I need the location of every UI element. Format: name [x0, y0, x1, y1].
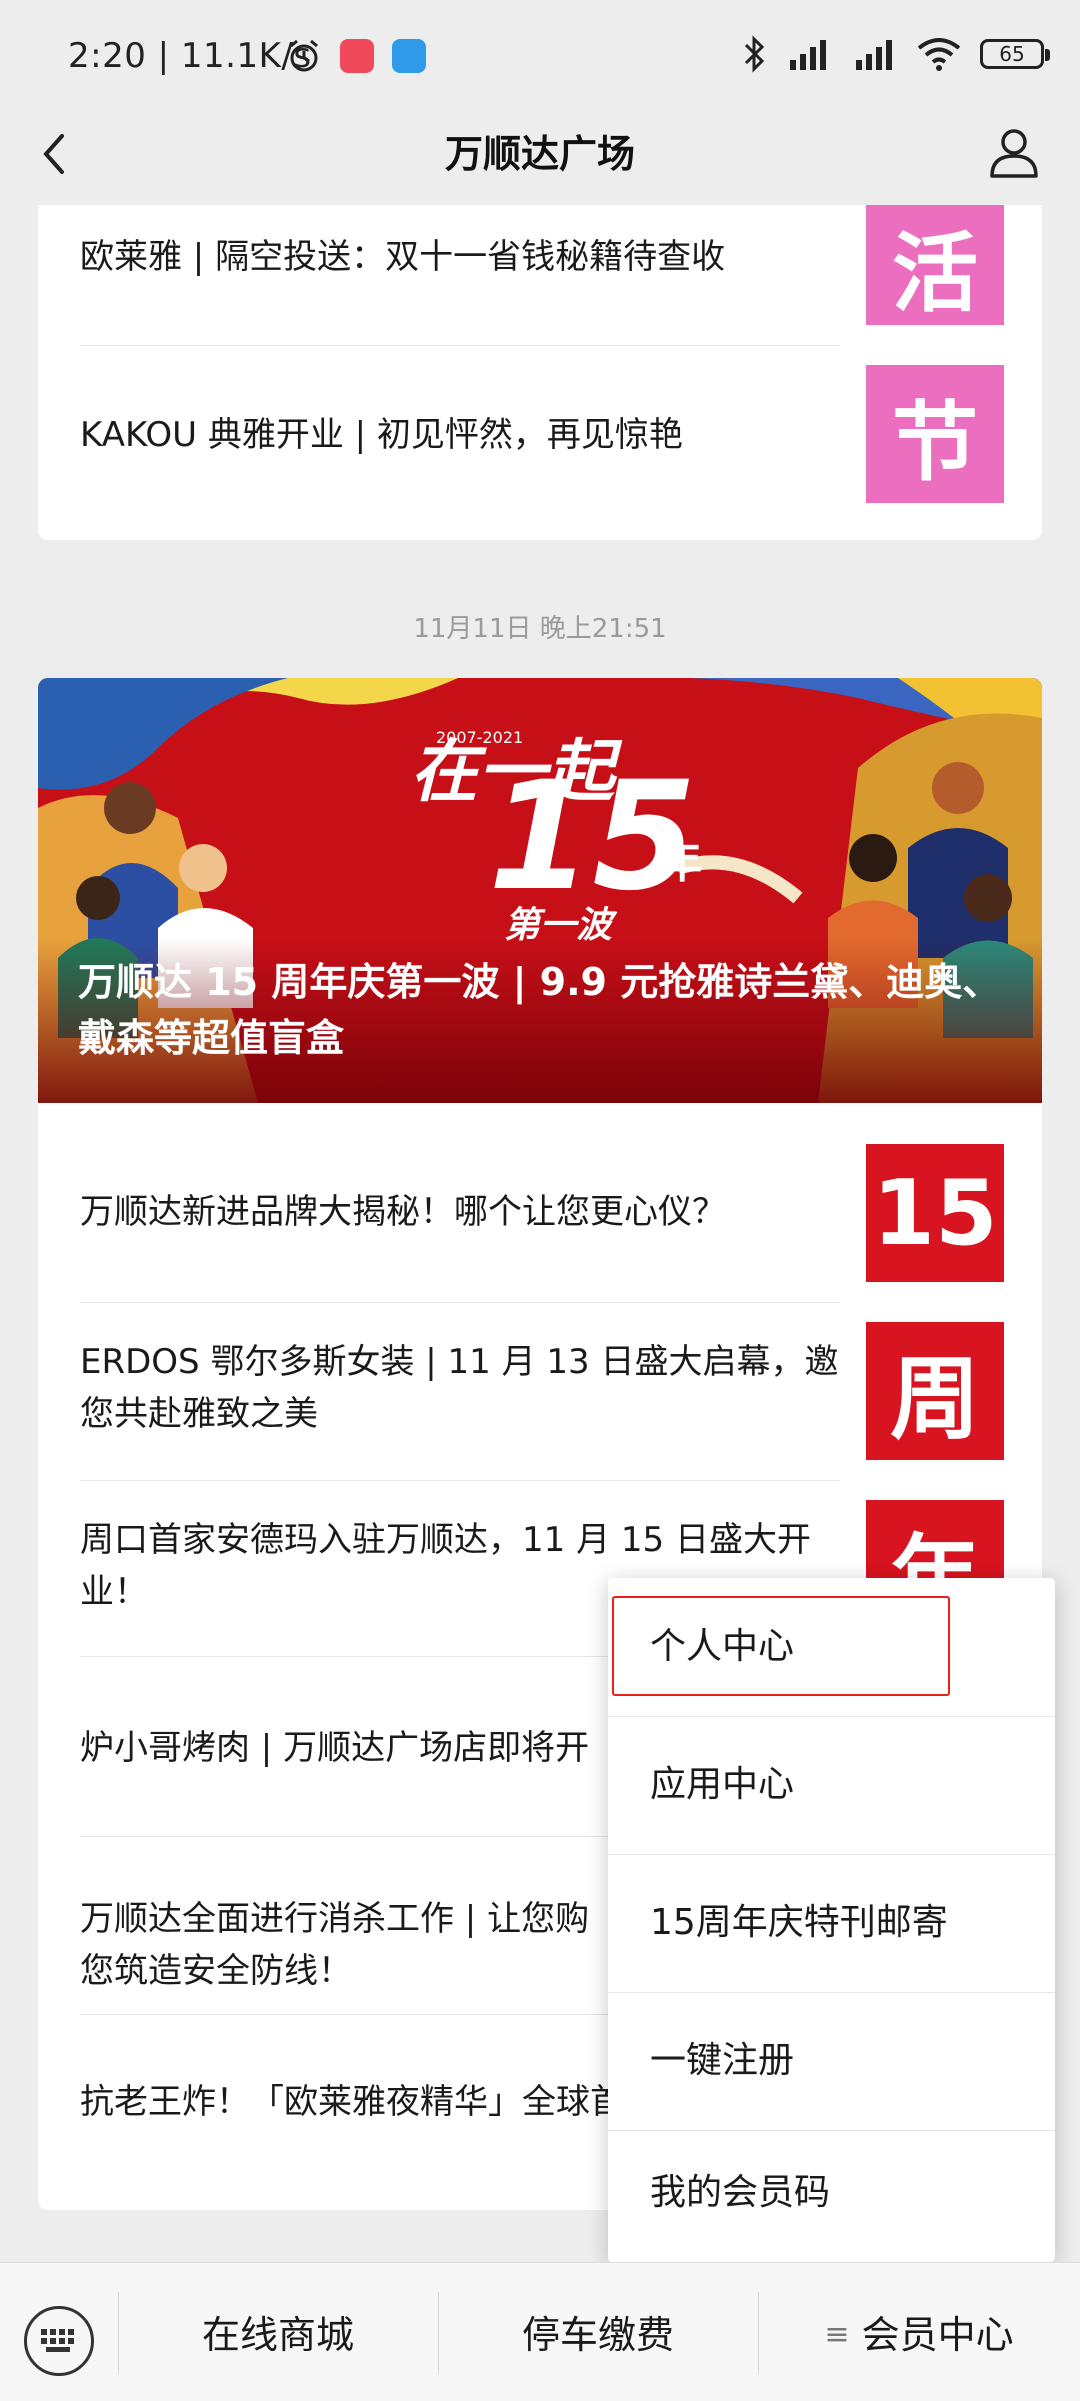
list-item[interactable]: 万顺达新进品牌大揭秘！哪个让您更心仪？ — [80, 1186, 870, 1238]
article-title: 万顺达新进品牌大揭秘！哪个让您更心仪？ — [80, 1192, 726, 1232]
menu-item-app-center[interactable]: 应用中心 — [608, 1716, 1055, 1854]
list-item[interactable]: KAKOU 典雅开业 | 初见怦然，再见惊艳 — [80, 409, 860, 461]
wifi-icon — [917, 38, 961, 71]
battery-indicator: 65 — [980, 39, 1050, 69]
divider — [80, 1480, 840, 1481]
article-title: ERDOS 鄂尔多斯女装 | 11 月 13 日盛大启幕，邀您共赴雅致之美 — [80, 1342, 839, 1434]
divider — [80, 345, 840, 346]
status-app-icons — [286, 38, 426, 74]
profile-icon[interactable] — [984, 122, 1044, 182]
menu-item-quick-register[interactable]: 一键注册 — [608, 1992, 1055, 2130]
page-title: 万顺达广场 — [444, 132, 635, 176]
menu-item-member-code[interactable]: 我的会员码 — [608, 2124, 1055, 2262]
signal-icon — [790, 40, 826, 70]
signal-icon-2 — [856, 40, 892, 70]
app-notification-icon — [340, 39, 374, 73]
list-item[interactable]: ERDOS 鄂尔多斯女装 | 11 月 13 日盛大启幕，邀您共赴雅致之美 — [80, 1336, 870, 1440]
keyboard-toggle-button[interactable] — [24, 2306, 94, 2376]
alarm-icon — [290, 39, 318, 72]
article-thumbnail: 活 — [866, 205, 1004, 325]
upload-notification-icon — [392, 39, 426, 73]
banner-year-word: 年 — [658, 837, 702, 888]
selection-highlight-box — [612, 1596, 950, 1696]
bluetooth-icon — [744, 35, 765, 73]
banner-caption: 万顺达 15 周年庆第一波 | 9.9 元抢雅诗兰黛、迪奥、戴森等超值盲盒 — [78, 960, 1001, 1060]
bottom-tab-member-center[interactable]: ≡ 会员中心 — [758, 2300, 1080, 2370]
bottom-tab-online-mall[interactable]: 在线商城 — [118, 2300, 438, 2370]
list-item[interactable]: 欧莱雅 | 隔空投送：双十一省钱秘籍待查收 — [80, 231, 860, 283]
article-thumbnail: 15 — [866, 1144, 1004, 1282]
keyboard-icon — [41, 2329, 74, 2352]
bottom-tab-label: 会员中心 — [861, 2313, 1014, 2357]
menu-item-anniversary-mail[interactable]: 15周年庆特刊邮寄 — [608, 1854, 1055, 1992]
article-card-previous: 欧莱雅 | 隔空投送：双十一省钱秘籍待查收 活 KAKOU 典雅开业 | 初见怦… — [38, 205, 1042, 540]
article-thumbnail: 周 — [866, 1322, 1004, 1460]
banner-image[interactable]: 2007-2021 在一起 15 年 第一波 万顺达 15 周年庆第一波 | 9… — [38, 678, 1042, 1103]
article-thumbnail: 节 — [866, 365, 1004, 503]
divider — [80, 1302, 840, 1303]
status-right-icons: 65 — [742, 30, 1050, 78]
bottom-tab-parking-pay[interactable]: 停车缴费 — [438, 2300, 758, 2370]
status-time: 2:20 | 11.1K/s — [68, 36, 312, 76]
message-timestamp: 11月11日 晚上21:51 — [413, 614, 667, 644]
article-title: 欧莱雅 | 隔空投送：双十一省钱秘籍待查收 — [80, 237, 726, 277]
article-title: KAKOU 典雅开业 | 初见怦然，再见惊艳 — [80, 415, 683, 455]
submenu-icon: ≡ — [824, 2317, 850, 2352]
